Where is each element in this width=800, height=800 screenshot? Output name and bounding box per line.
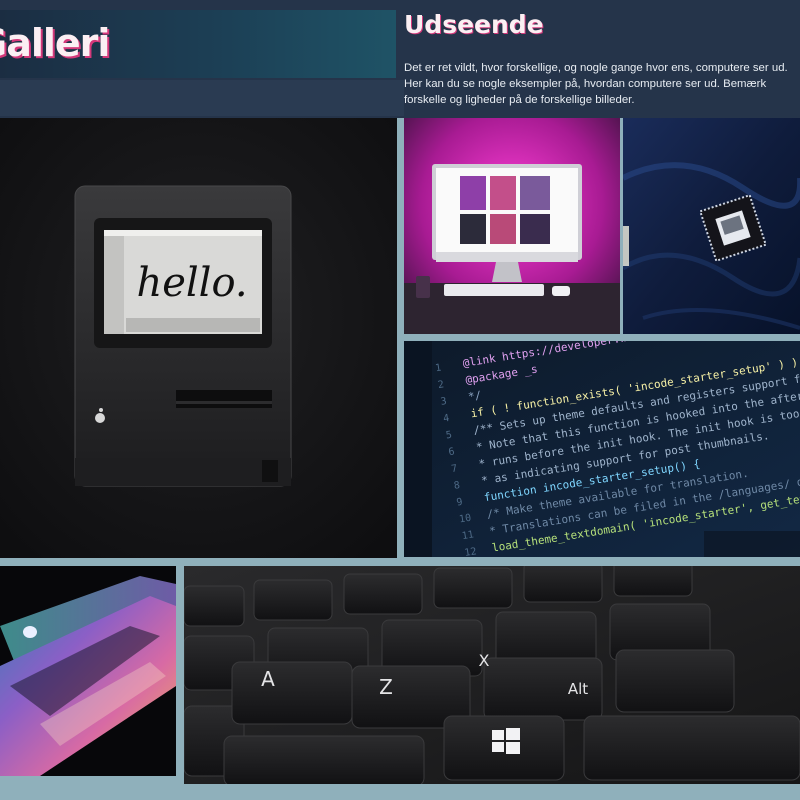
- key-z-label: Z: [379, 675, 393, 699]
- photo-keyboard[interactable]: A Z X Alt: [184, 566, 800, 784]
- code-line: */: [467, 389, 482, 404]
- photo-vintage-mac[interactable]: hello.: [0, 118, 397, 558]
- title-banner: Galleri: [0, 10, 396, 78]
- gallery-header: Galleri: [0, 0, 404, 118]
- key-x-label: X: [479, 651, 490, 670]
- intro-section: Udseende Det er ret vildt, hvor forskell…: [404, 0, 800, 118]
- key-alt-label: Alt: [568, 680, 588, 698]
- line-number: 11: [461, 529, 475, 542]
- header-strip: [0, 80, 404, 116]
- line-number: 12: [464, 546, 478, 557]
- screen-hello-text: hello.: [136, 260, 247, 306]
- photo-macbook-rainbow[interactable]: [0, 566, 176, 776]
- apple-logo-icon: [23, 626, 37, 638]
- section-title: Udseende: [404, 10, 544, 39]
- line-number: 10: [458, 513, 472, 526]
- intro-text: Det er ret vildt, hvor forskellige, og n…: [404, 62, 788, 106]
- photo-code-screen[interactable]: 1 2 3 4 5 6 7 8 9 10 11 12 @link https:/…: [404, 341, 800, 557]
- photo-imac-pink[interactable]: [404, 118, 620, 334]
- key-a-label: A: [261, 667, 275, 691]
- page-title: Galleri: [0, 21, 110, 65]
- photo-cpu-chip[interactable]: [623, 118, 800, 334]
